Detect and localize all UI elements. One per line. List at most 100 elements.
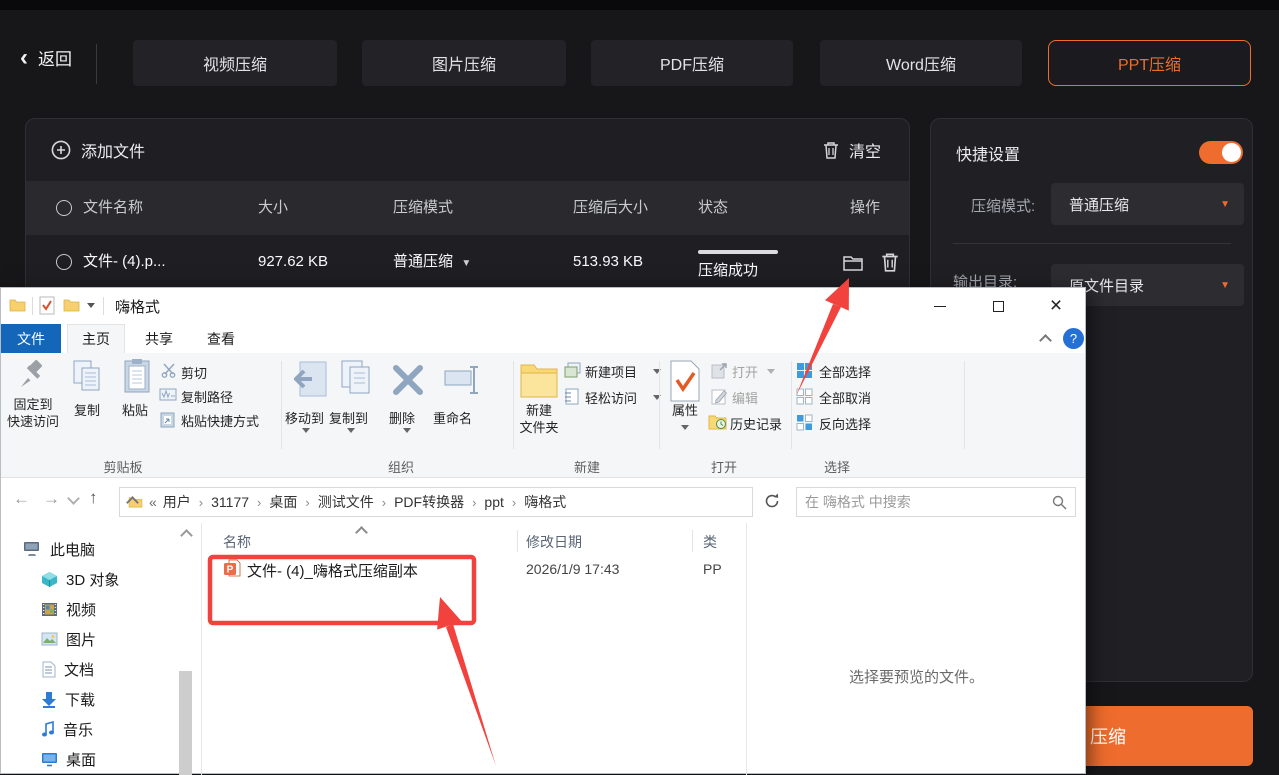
open-folder-icon[interactable] bbox=[842, 251, 864, 273]
pin-icon[interactable] bbox=[18, 360, 45, 390]
qat-properties-icon[interactable] bbox=[39, 296, 55, 315]
file-date: 2026/1/9 17:43 bbox=[526, 561, 620, 577]
close-button[interactable]: × bbox=[1033, 288, 1079, 324]
tab-word-compress[interactable]: Word压缩 bbox=[820, 40, 1022, 86]
move-to-icon bbox=[294, 361, 327, 397]
list-header-type[interactable]: 类 bbox=[703, 532, 717, 552]
copy-icon[interactable] bbox=[71, 359, 103, 393]
back-button[interactable]: ‹ 返回 bbox=[20, 45, 72, 70]
sidebar-scrollbar-thumb[interactable] bbox=[179, 671, 192, 775]
nav-up-icon[interactable]: ↑ bbox=[89, 488, 98, 508]
file-name: 文件- (4)_嗨格式压缩副本 bbox=[247, 563, 418, 580]
paste-button[interactable]: 粘贴 bbox=[105, 402, 165, 419]
group-separator bbox=[791, 361, 792, 449]
crumb-desktop[interactable]: 桌面 bbox=[269, 492, 297, 512]
crumb-ppt[interactable]: ppt bbox=[484, 494, 503, 510]
copy-path-button[interactable]: 复制路径 bbox=[181, 387, 233, 406]
search-icon[interactable] bbox=[1052, 495, 1067, 510]
pin-quick-access-button[interactable]: 固定到 快速访问 bbox=[1, 396, 65, 430]
sidebar-divider bbox=[201, 523, 202, 775]
cut-icon bbox=[161, 363, 176, 378]
select-all-button[interactable]: 全部选择 bbox=[819, 362, 871, 381]
tab-image-compress[interactable]: 图片压缩 bbox=[362, 40, 566, 86]
tab-pdf-compress[interactable]: PDF压缩 bbox=[591, 40, 793, 86]
copy-to-caret-icon bbox=[347, 428, 355, 437]
row-mode-dropdown[interactable]: 普通压缩 ▼ bbox=[393, 235, 471, 289]
invert-selection-button[interactable]: 反向选择 bbox=[819, 414, 871, 433]
clear-button[interactable]: 清空 bbox=[822, 138, 881, 162]
menu-home[interactable]: 主页 bbox=[67, 324, 125, 353]
move-to-button[interactable]: 移动到 bbox=[285, 408, 324, 427]
sidebar-item-3d-objects[interactable]: 3D 对象 bbox=[41, 567, 119, 591]
row-trash-icon[interactable] bbox=[879, 251, 901, 273]
file-row[interactable]: P 文件- (4)_嗨格式压缩副本 2026/1/9 17:43 PP bbox=[209, 556, 739, 582]
easy-access-icon bbox=[565, 388, 579, 405]
nav-history-caret-icon[interactable] bbox=[67, 492, 80, 505]
new-folder-button[interactable]: 新建 文件夹 bbox=[513, 402, 565, 436]
quick-settings-toggle[interactable] bbox=[1199, 141, 1243, 164]
new-folder-icon[interactable] bbox=[519, 359, 559, 401]
crumb-separator: › bbox=[511, 494, 517, 510]
copy-to-icon bbox=[341, 360, 370, 394]
sidebar-item-desktop[interactable]: 桌面 bbox=[41, 747, 96, 771]
collapse-ribbon-icon[interactable] bbox=[1039, 334, 1052, 347]
rename-icon bbox=[444, 366, 478, 394]
table-row: 文件- (4).p... 927.62 KB 普通压缩 ▼ 513.93 KB … bbox=[26, 235, 909, 289]
tab-ppt-compress[interactable]: PPT压缩 bbox=[1048, 40, 1251, 86]
paste-icon[interactable] bbox=[121, 358, 153, 394]
new-item-button[interactable]: 新建项目 bbox=[585, 362, 637, 381]
list-header-date[interactable]: 修改日期 bbox=[526, 532, 582, 552]
select-all-circle[interactable] bbox=[56, 200, 72, 216]
mode-dropdown[interactable]: 普通压缩 ▼ bbox=[1051, 183, 1244, 225]
row-file-size: 927.62 KB bbox=[258, 253, 329, 270]
crumb-separator: › bbox=[381, 494, 387, 510]
refresh-icon[interactable] bbox=[763, 492, 781, 510]
row-select-circle[interactable] bbox=[56, 254, 72, 270]
menu-view[interactable]: 查看 bbox=[193, 324, 249, 353]
add-files-button[interactable]: 添加文件 bbox=[51, 138, 145, 162]
open-caret-icon bbox=[767, 369, 775, 378]
crumb-testfiles[interactable]: 测试文件 bbox=[318, 492, 374, 512]
sidebar-item-this-pc[interactable]: 此电脑 bbox=[23, 537, 95, 561]
search-input[interactable] bbox=[805, 494, 1052, 510]
menu-file[interactable]: 文件 bbox=[1, 324, 61, 353]
nav-forward-icon[interactable]: → bbox=[43, 489, 60, 509]
sidebar-item-videos[interactable]: 视频 bbox=[41, 597, 96, 621]
col-compressed-size: 压缩后大小 bbox=[573, 199, 649, 216]
sidebar-item-documents[interactable]: 文档 bbox=[41, 657, 94, 681]
qat-dropdown-caret-icon[interactable] bbox=[87, 303, 95, 312]
paste-shortcut-button[interactable]: 粘贴快捷方式 bbox=[181, 411, 259, 430]
sidebar-item-music[interactable]: 音乐 bbox=[41, 717, 93, 741]
history-button[interactable]: 历史记录 bbox=[730, 414, 782, 433]
explorer-window: 嗨格式 × 文件 主页 共享 查看 ? 固定到 快速访问 复制 粘贴 剪切 复制路… bbox=[0, 287, 1086, 775]
edit-button[interactable]: 编辑 bbox=[732, 388, 758, 407]
nav-back-icon[interactable]: ← bbox=[13, 489, 30, 509]
crumb-users[interactable]: 用户 bbox=[163, 492, 191, 512]
help-button[interactable]: ? bbox=[1063, 328, 1084, 349]
address-bar[interactable]: « 用户 › 31177 › 桌面 › 测试文件 › PDF转换器 › ppt › 嗨格式 bbox=[119, 487, 753, 517]
svg-text:P: P bbox=[227, 565, 234, 576]
open-button[interactable]: 打开 bbox=[732, 362, 758, 381]
list-header-name[interactable]: 名称 bbox=[223, 532, 251, 552]
easy-access-button[interactable]: 轻松访问 bbox=[585, 388, 637, 407]
minimize-button[interactable] bbox=[917, 288, 963, 324]
sidebar-item-downloads[interactable]: 下载 bbox=[41, 687, 95, 711]
properties-icon[interactable] bbox=[669, 360, 701, 402]
select-none-button[interactable]: 全部取消 bbox=[819, 388, 871, 407]
this-pc-icon bbox=[24, 542, 39, 556]
invert-selection-icon bbox=[796, 414, 813, 431]
delete-button[interactable]: 删除 bbox=[389, 408, 415, 427]
tab-video-compress[interactable]: 视频压缩 bbox=[133, 40, 337, 86]
sidebar-scroll-up-icon[interactable] bbox=[180, 529, 193, 542]
crumb-31177[interactable]: 31177 bbox=[211, 494, 249, 510]
crumb-haigeshi[interactable]: 嗨格式 bbox=[524, 492, 566, 512]
cut-button[interactable]: 剪切 bbox=[181, 363, 207, 382]
copy-to-button[interactable]: 复制到 bbox=[329, 408, 368, 427]
properties-button[interactable]: 属性 bbox=[661, 402, 709, 419]
menu-share[interactable]: 共享 bbox=[131, 324, 187, 353]
crumb-pdfconverter[interactable]: PDF转换器 bbox=[394, 492, 464, 512]
qat-new-folder-icon[interactable] bbox=[63, 298, 80, 312]
sidebar-item-pictures[interactable]: 图片 bbox=[41, 627, 96, 651]
maximize-button[interactable] bbox=[975, 288, 1021, 324]
rename-button[interactable]: 重命名 bbox=[433, 408, 472, 427]
